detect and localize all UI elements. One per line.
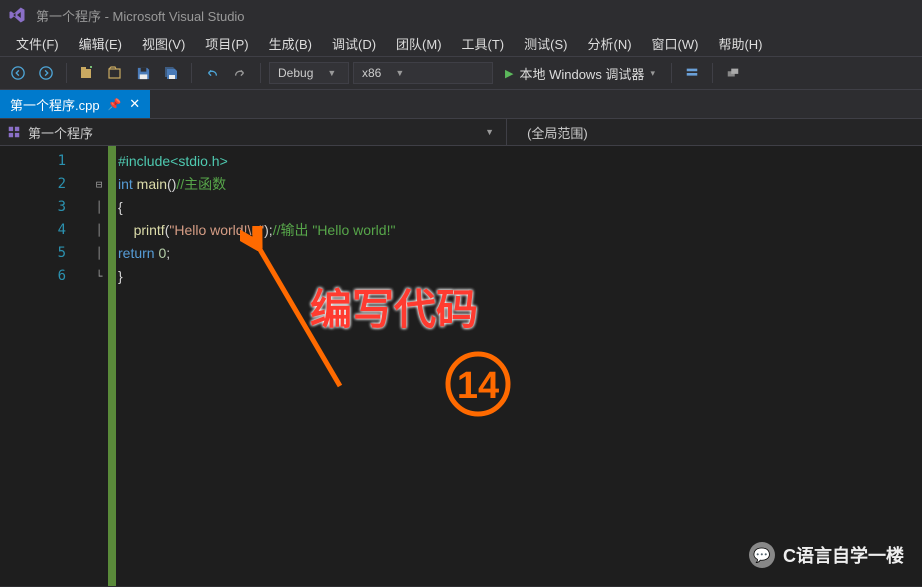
open-file-button[interactable] [103,61,127,85]
save-all-button[interactable] [159,61,183,85]
pin-icon[interactable]: 📌 [108,98,122,111]
separator [191,63,192,83]
run-debugger-button[interactable]: ▶ 本地 Windows 调试器 ▾ [497,62,663,85]
line-gutter: 1 2 3 4 5 6 [0,146,90,586]
code-content[interactable]: #include<stdio.h> int main()//主函数 { prin… [118,146,922,586]
project-name: 第一个程序 [28,123,93,142]
menu-tools[interactable]: 工具(T) [452,32,515,55]
config-label: Debug [278,66,313,80]
config-dropdown[interactable]: Debug ▼ [269,62,349,84]
chevron-down-icon: ▾ [650,68,655,79]
separator [712,63,713,83]
new-project-button[interactable] [75,61,99,85]
close-icon[interactable]: ✕ [129,96,140,112]
menu-view[interactable]: 视图(V) [132,32,195,55]
code-editor[interactable]: 1 2 3 4 5 6 ⊟ │ │ │ └ #include<stdio.h> … [0,146,922,586]
vs-logo-icon [8,6,26,24]
menu-edit[interactable]: 编辑(E) [69,32,132,55]
tabbar: 第一个程序.cpp 📌 ✕ [0,90,922,118]
project-selector[interactable]: 第一个程序 ▼ [0,119,507,145]
menu-window[interactable]: 窗口(W) [642,32,709,55]
chevron-down-icon: ▼ [395,68,404,78]
toolbar-extra-1[interactable] [680,61,704,85]
menu-team[interactable]: 团队(M) [386,32,452,55]
play-icon: ▶ [505,67,513,80]
fold-toggle[interactable]: ⊟ [90,173,108,196]
titlebar: 第一个程序 - Microsoft Visual Studio [0,0,922,30]
line-number: 1 [0,150,90,173]
menubar: 文件(F) 编辑(E) 视图(V) 项目(P) 生成(B) 调试(D) 团队(M… [0,30,922,56]
file-tab-active[interactable]: 第一个程序.cpp 📌 ✕ [0,90,150,118]
tab-filename: 第一个程序.cpp [10,95,100,114]
platform-label: x86 [362,66,381,80]
redo-button[interactable] [228,61,252,85]
fold-bar: ⊟ │ │ │ └ [90,146,108,586]
chevron-down-icon: ▼ [485,127,494,137]
menu-file[interactable]: 文件(F) [6,32,69,55]
run-label: 本地 Windows 调试器 [519,64,644,83]
nav-forward-button[interactable] [34,61,58,85]
line-number: 5 [0,242,90,265]
separator [66,63,67,83]
save-button[interactable] [131,61,155,85]
toolbar: Debug ▼ x86 ▼ ▶ 本地 Windows 调试器 ▾ [0,56,922,90]
line-number: 4 [0,219,90,242]
separator [260,63,261,83]
menu-test[interactable]: 测试(S) [514,32,577,55]
scope-selector[interactable]: (全局范围) [507,123,922,142]
menu-debug[interactable]: 调试(D) [322,32,386,55]
change-marker [108,146,116,586]
platform-dropdown[interactable]: x86 ▼ [353,62,493,84]
separator [671,63,672,83]
menu-analyze[interactable]: 分析(N) [577,32,641,55]
window-title: 第一个程序 - Microsoft Visual Studio [36,6,245,25]
project-icon [6,124,22,140]
menu-help[interactable]: 帮助(H) [708,32,772,55]
menu-build[interactable]: 生成(B) [259,32,322,55]
toolbar-extra-2[interactable] [721,61,745,85]
line-number: 3 [0,196,90,219]
chevron-down-icon: ▼ [327,68,336,78]
undo-button[interactable] [200,61,224,85]
line-number: 2 [0,173,90,196]
scope-label: (全局范围) [527,123,588,142]
code-navbar: 第一个程序 ▼ (全局范围) [0,118,922,146]
menu-project[interactable]: 项目(P) [195,32,258,55]
nav-back-button[interactable] [6,61,30,85]
line-number: 6 [0,265,90,288]
